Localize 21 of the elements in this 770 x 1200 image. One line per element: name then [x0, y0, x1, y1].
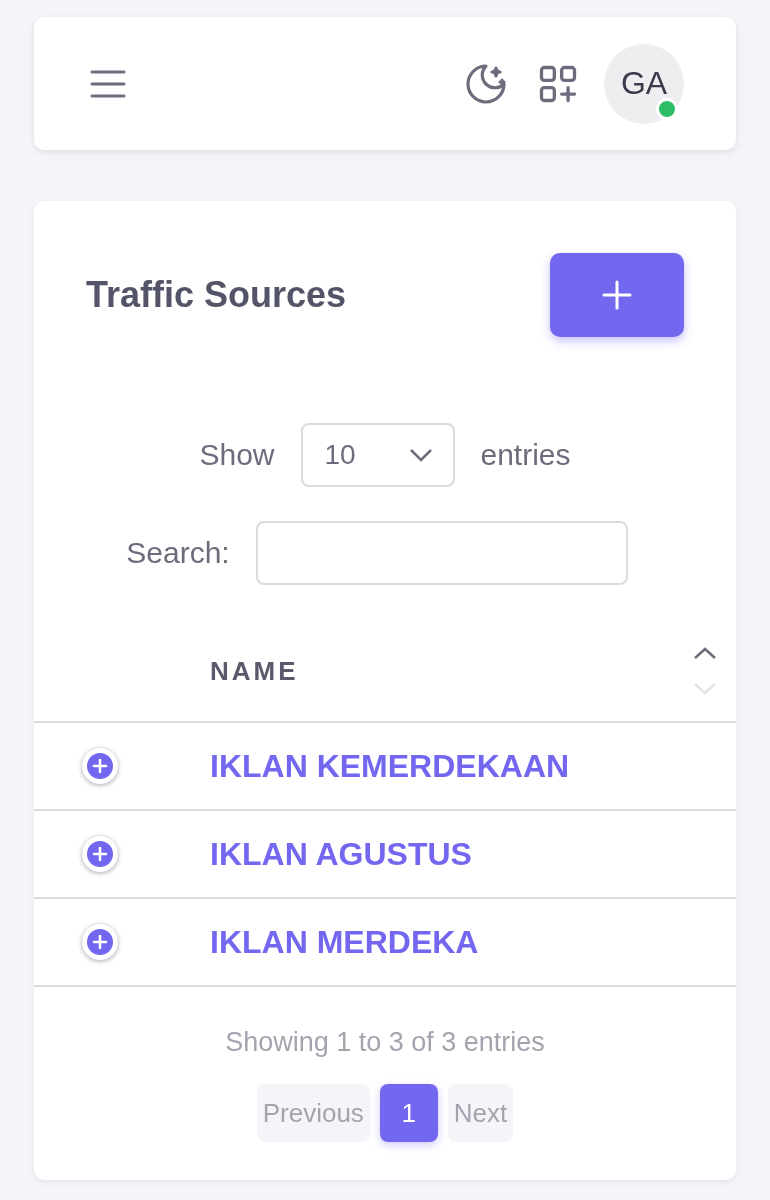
source-name-link[interactable]: IKLAN KEMERDEKAAN [210, 747, 570, 785]
source-name-link[interactable]: IKLAN AGUSTUS [210, 835, 472, 873]
add-button[interactable] [550, 253, 684, 337]
table-info: Showing 1 to 3 of 3 entries [224, 1027, 546, 1058]
expand-row-button[interactable] [82, 924, 118, 960]
plus-icon [601, 279, 633, 311]
menu-icon[interactable] [90, 68, 126, 99]
expand-row-button[interactable] [82, 748, 118, 784]
search-label: Search: [126, 536, 230, 570]
user-avatar[interactable]: GA [604, 43, 684, 124]
pagination-button[interactable]: 1 [379, 1084, 438, 1142]
entries-label: entries [480, 438, 571, 472]
search-field[interactable] [255, 521, 628, 585]
column-header[interactable]: NAME [210, 655, 692, 687]
expand-row-button[interactable] [82, 836, 118, 872]
entries-select[interactable]: 10 [300, 423, 455, 487]
chevron-down-icon [408, 448, 433, 462]
sort-icon[interactable] [692, 645, 718, 697]
source-name-link[interactable]: IKLAN MERDEKA [210, 923, 479, 961]
card-title: Traffic Sources [86, 274, 347, 316]
show-label: Show [199, 438, 275, 472]
